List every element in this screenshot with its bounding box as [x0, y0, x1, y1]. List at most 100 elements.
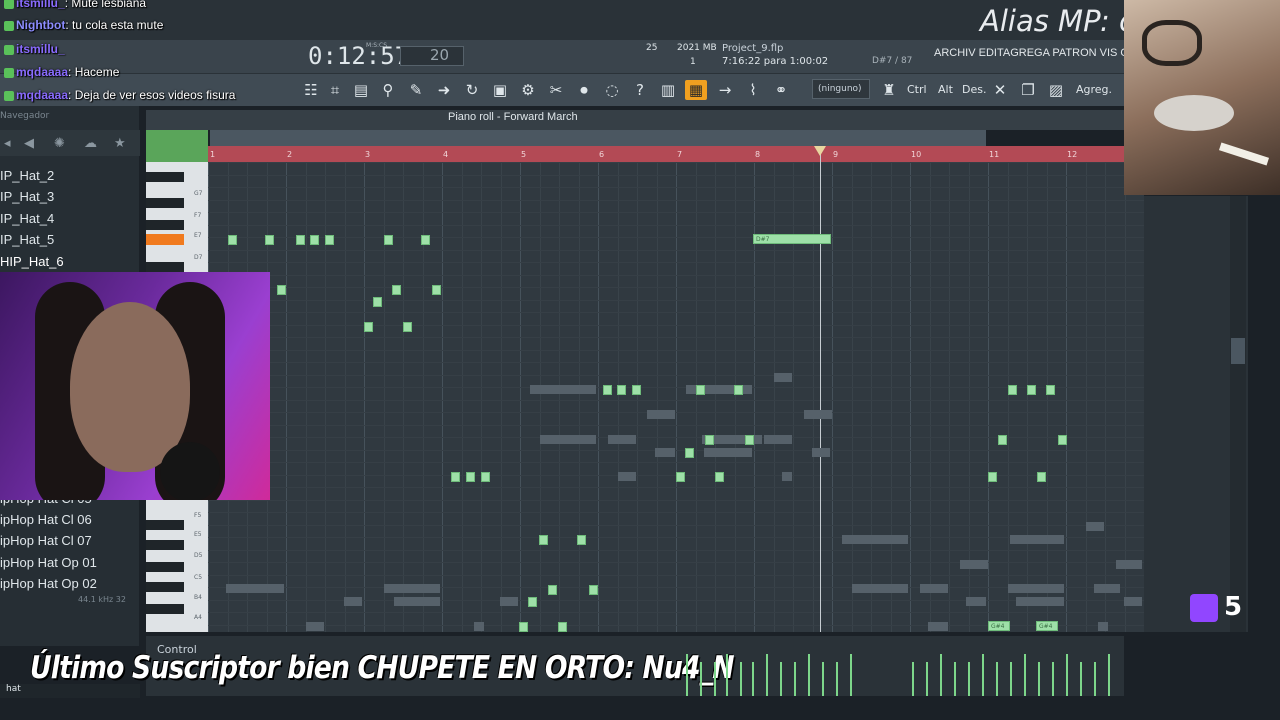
velocity-bar[interactable]: [836, 662, 838, 696]
timeline-ruler[interactable]: [208, 146, 1124, 162]
black-key[interactable]: [146, 604, 184, 614]
note[interactable]: [988, 472, 997, 482]
note[interactable]: [676, 472, 685, 482]
note[interactable]: [548, 585, 557, 595]
velocity-bar[interactable]: [1038, 662, 1040, 696]
playhead[interactable]: [820, 146, 821, 632]
time-display[interactable]: 0:12:57: [308, 42, 409, 70]
note[interactable]: [466, 472, 475, 482]
next-icon[interactable]: →: [714, 80, 736, 100]
browser-item[interactable]: ipHop Hat Cl 06: [0, 512, 92, 527]
chat-icon[interactable]: ◌: [601, 80, 623, 100]
note[interactable]: [696, 385, 705, 395]
note[interactable]: [1027, 385, 1036, 395]
browser-item-selected[interactable]: HIP_Hat_6: [0, 254, 64, 269]
close-icon[interactable]: ✕: [989, 80, 1011, 100]
velocity-bar[interactable]: [726, 654, 728, 696]
browser-item[interactable]: IP_Hat_4: [0, 211, 54, 226]
note[interactable]: [1058, 435, 1067, 445]
note[interactable]: [265, 235, 274, 245]
black-key[interactable]: [146, 172, 184, 182]
velocity-bar[interactable]: [794, 662, 796, 696]
note[interactable]: [392, 285, 401, 295]
velocity-bar[interactable]: [780, 662, 782, 696]
note[interactable]: [528, 597, 537, 607]
velocity-bar[interactable]: [822, 662, 824, 696]
note[interactable]: [310, 235, 319, 245]
stamp-icon[interactable]: ♜: [878, 80, 900, 100]
note[interactable]: [617, 385, 626, 395]
note[interactable]: [715, 472, 724, 482]
velocity-bar[interactable]: [766, 654, 768, 696]
note[interactable]: [998, 435, 1007, 445]
velocity-bar[interactable]: [1094, 662, 1096, 696]
browser-search-input[interactable]: hat: [0, 684, 140, 698]
browser-item[interactable]: IP_Hat_2: [0, 168, 54, 183]
note[interactable]: [432, 285, 441, 295]
note[interactable]: [603, 385, 612, 395]
star-icon[interactable]: ★: [114, 136, 126, 151]
note[interactable]: [1008, 385, 1017, 395]
mixer-icon[interactable]: ☷: [300, 80, 322, 100]
black-key[interactable]: [146, 582, 184, 592]
note[interactable]: [577, 535, 586, 545]
velocity-bar[interactable]: [752, 662, 754, 696]
note[interactable]: [558, 622, 567, 632]
piano-roll-icon[interactable]: ▦: [685, 80, 707, 100]
des-button[interactable]: Des.: [962, 83, 986, 96]
browser-item[interactable]: IP_Hat_3: [0, 189, 54, 204]
velocity-bar[interactable]: [926, 662, 928, 696]
active-key[interactable]: [146, 234, 184, 245]
copy-icon[interactable]: ❐: [1017, 80, 1039, 100]
back-icon[interactable]: ◂: [4, 136, 11, 151]
speaker-icon[interactable]: ◀: [24, 136, 34, 151]
alt-button[interactable]: Alt: [938, 83, 953, 96]
save-icon[interactable]: ▣: [489, 80, 511, 100]
note[interactable]: [705, 435, 714, 445]
velocity-bar[interactable]: [686, 654, 688, 696]
note-grid[interactable]: [208, 162, 1144, 632]
browser-item[interactable]: IP_Hat_5: [0, 232, 54, 247]
note[interactable]: [745, 435, 754, 445]
add-button[interactable]: Agreg.: [1076, 83, 1112, 96]
mic-icon[interactable]: ⏺: [573, 80, 595, 100]
note[interactable]: [228, 235, 237, 245]
paste-icon[interactable]: ▨: [1045, 80, 1067, 100]
cloud-icon[interactable]: ☁: [84, 136, 97, 151]
note[interactable]: [373, 297, 382, 307]
black-key[interactable]: [146, 220, 184, 230]
note[interactable]: [296, 235, 305, 245]
black-key[interactable]: [146, 540, 184, 550]
cut-icon[interactable]: ✂: [545, 80, 567, 100]
black-key[interactable]: [146, 198, 184, 208]
black-key[interactable]: [146, 262, 184, 272]
velocity-bar[interactable]: [954, 662, 956, 696]
note[interactable]: [325, 235, 334, 245]
note[interactable]: [685, 448, 694, 458]
note[interactable]: [632, 385, 641, 395]
velocity-bar[interactable]: [740, 662, 742, 696]
browser-icon[interactable]: ▥: [657, 80, 679, 100]
note[interactable]: [1037, 472, 1046, 482]
note[interactable]: [519, 622, 528, 632]
note[interactable]: [481, 472, 490, 482]
velocity-bar[interactable]: [996, 662, 998, 696]
velocity-bar[interactable]: [808, 654, 810, 696]
black-key[interactable]: [146, 562, 184, 572]
help-icon[interactable]: ?: [629, 80, 651, 100]
velocity-bar[interactable]: [714, 662, 716, 696]
note[interactable]: [364, 322, 373, 332]
note[interactable]: [277, 285, 286, 295]
vertical-scrollbar[interactable]: [1230, 196, 1246, 632]
velocity-bar[interactable]: [1108, 654, 1110, 696]
network-icon[interactable]: ✺: [54, 136, 65, 151]
playhead-marker[interactable]: [814, 146, 826, 156]
velocity-bar[interactable]: [940, 654, 942, 696]
velocity-bar[interactable]: [1052, 662, 1054, 696]
pattern-select[interactable]: (ninguno): [812, 79, 870, 99]
velocity-bar[interactable]: [1010, 662, 1012, 696]
tuner-icon[interactable]: ⚙: [517, 80, 539, 100]
channel-rack-icon[interactable]: ⌗: [324, 80, 346, 100]
plug-icon[interactable]: ⚲: [377, 80, 399, 100]
browser-item[interactable]: ipHop Hat Op 02: [0, 576, 97, 591]
